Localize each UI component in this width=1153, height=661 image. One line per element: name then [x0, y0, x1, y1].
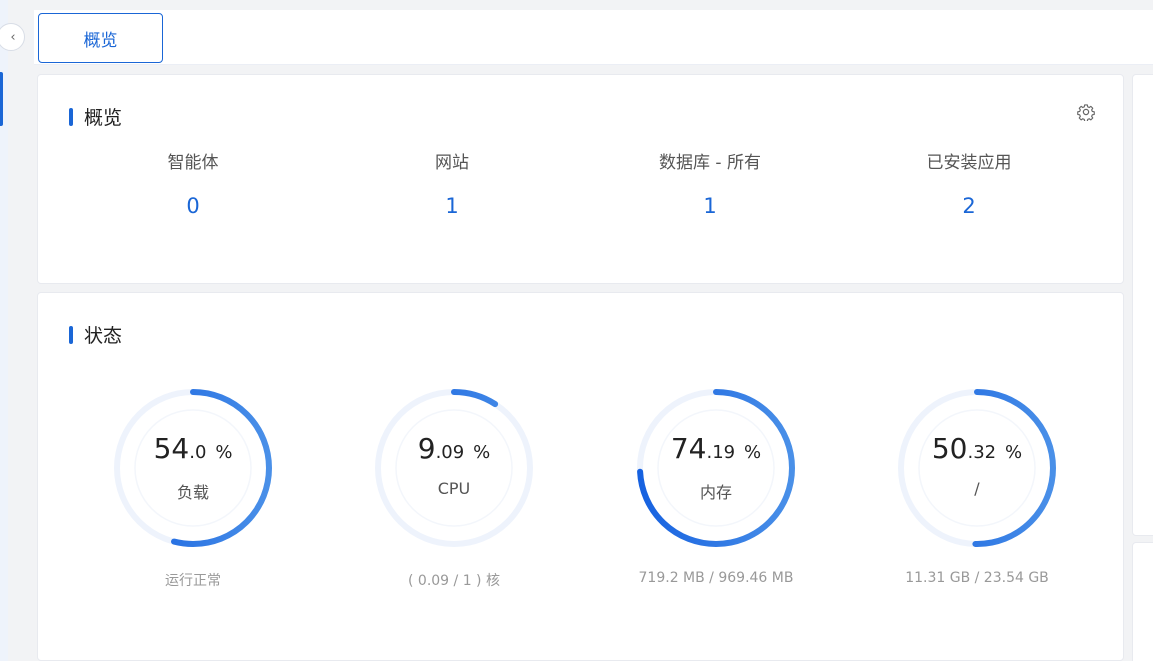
gauge-caption: 719.2 MB / 969.46 MB	[638, 570, 794, 586]
gauge-value: 74.19 %	[670, 432, 762, 465]
stat-agents[interactable]: 智能体 0	[83, 151, 303, 218]
tab-overview[interactable]: 概览	[38, 13, 163, 63]
chevron-left-icon: ‹	[10, 29, 16, 45]
stat-label: 智能体	[167, 153, 219, 173]
gear-icon[interactable]	[1077, 103, 1095, 121]
stat-value[interactable]: 2	[859, 194, 1079, 218]
status-card: 状态 54.0 % 负载 运行正常 9.09 % CPU ( 0.09 / 1 …	[37, 292, 1124, 661]
tab-bar: 概览	[34, 10, 1153, 65]
gauge-name: CPU	[437, 479, 471, 498]
gauge-center: 54.0 % 负载	[93, 432, 293, 503]
side-menu-strip	[0, 0, 8, 661]
gauge-center: 9.09 % CPU	[354, 432, 554, 498]
gauge-center: 74.19 % 内存	[616, 432, 816, 503]
gauge-value: 9.09 %	[417, 432, 491, 465]
stat-databases[interactable]: 数据库 - 所有 1	[600, 151, 820, 218]
stat-installed-apps[interactable]: 已安装应用 2	[859, 151, 1079, 218]
overview-card: 概览 智能体 0 网站 1 数据库 - 所有 1 已安装应用 2	[37, 74, 1124, 284]
stat-label: 网站	[435, 153, 469, 173]
gauge-caption: 11.31 GB / 23.54 GB	[905, 570, 1049, 586]
gauge-name: 内存	[699, 483, 732, 502]
stat-value[interactable]: 1	[600, 194, 820, 218]
gauge-cpu: 9.09 % CPU ( 0.09 / 1 ) 核	[354, 388, 554, 598]
side-card-top	[1132, 74, 1153, 536]
collapse-sidebar-button[interactable]: ‹	[0, 23, 25, 51]
status-title: 状态	[69, 321, 122, 348]
stat-value[interactable]: 1	[342, 194, 562, 218]
overview-title-text: 概览	[84, 107, 123, 129]
stat-label: 已安装应用	[926, 153, 1012, 173]
gauge-value: 50.32 %	[931, 432, 1023, 465]
gauge-caption: 运行正常	[165, 573, 221, 589]
dashboard: ‹ 概览 概览 智能体 0 网站 1 数据库 - 所有 1 已安装应用 2 状态…	[0, 0, 1153, 661]
stat-value[interactable]: 0	[83, 194, 303, 218]
active-menu-indicator	[0, 72, 3, 126]
gauge-memory: 74.19 % 内存 719.2 MB / 969.46 MB	[616, 388, 816, 598]
stat-websites[interactable]: 网站 1	[342, 151, 562, 218]
overview-title: 概览	[69, 103, 122, 130]
gauge-disk: 50.32 % / 11.31 GB / 23.54 GB	[877, 388, 1077, 598]
gauge-center: 50.32 % /	[877, 432, 1077, 498]
overview-stats: 智能体 0 网站 1 数据库 - 所有 1 已安装应用 2	[38, 151, 1125, 231]
gauge-load: 54.0 % 负载 运行正常	[93, 388, 293, 598]
gauge-caption: ( 0.09 / 1 ) 核	[408, 573, 500, 589]
side-card-bottom	[1132, 542, 1153, 661]
gauge-value: 54.0 %	[153, 432, 233, 465]
status-title-text: 状态	[84, 325, 123, 347]
gauge-name: /	[974, 479, 980, 498]
title-accent-bar	[69, 325, 73, 344]
title-accent-bar	[69, 107, 73, 126]
stat-label: 数据库 - 所有	[659, 153, 761, 173]
gauge-name: 负载	[176, 483, 209, 502]
